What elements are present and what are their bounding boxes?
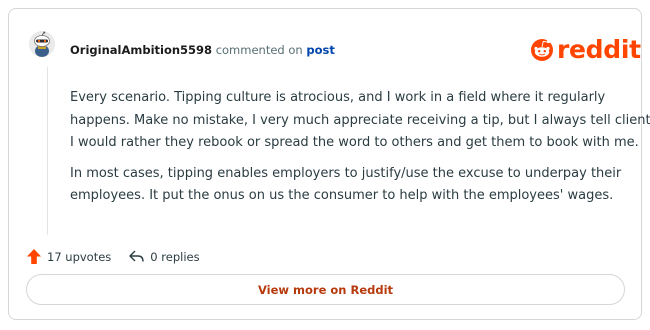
reddit-logo[interactable]: reddit [528, 33, 641, 65]
reddit-wordmark: reddit [557, 34, 641, 64]
comment-line: Every scenario. Tipping culture is atroc… [70, 90, 606, 105]
comment-header: OriginalAmbition5598 commented on post [70, 43, 335, 57]
comment-body: Every scenario. Tipping culture is atroc… [70, 87, 650, 216]
reply-icon[interactable] [129, 250, 144, 263]
comment-line: employees. It put the onus on us the con… [70, 188, 614, 203]
upvote-count: 17 upvotes [47, 249, 112, 264]
comment-line: happens. Make no mistake, I very much ap… [70, 112, 650, 128]
comment-paragraph-1: Every scenario. Tipping culture is atroc… [70, 87, 650, 155]
embedded-comment-card: OriginalAmbition5598 commented on post r… [8, 8, 650, 320]
comment-line: I would rather they rebook or spread the… [70, 135, 639, 150]
comment-line: In most cases, tipping enables employers… [70, 165, 622, 181]
thread-line [47, 67, 48, 235]
reddit-logo-icon [531, 39, 553, 61]
snoo-avatar-icon [29, 31, 55, 57]
username[interactable]: OriginalAmbition5598 [70, 43, 212, 57]
view-more-button[interactable]: View more on Reddit [26, 274, 625, 305]
comment-paragraph-2: In most cases, tipping enables employers… [70, 163, 635, 208]
user-avatar[interactable] [29, 31, 55, 57]
post-link[interactable]: post [306, 43, 334, 57]
upvote-arrow-icon[interactable] [27, 249, 41, 264]
comment-actions: 17 upvotes 0 replies [27, 249, 200, 264]
reply-count[interactable]: 0 replies [150, 250, 199, 264]
action-text: commented on [215, 43, 303, 57]
